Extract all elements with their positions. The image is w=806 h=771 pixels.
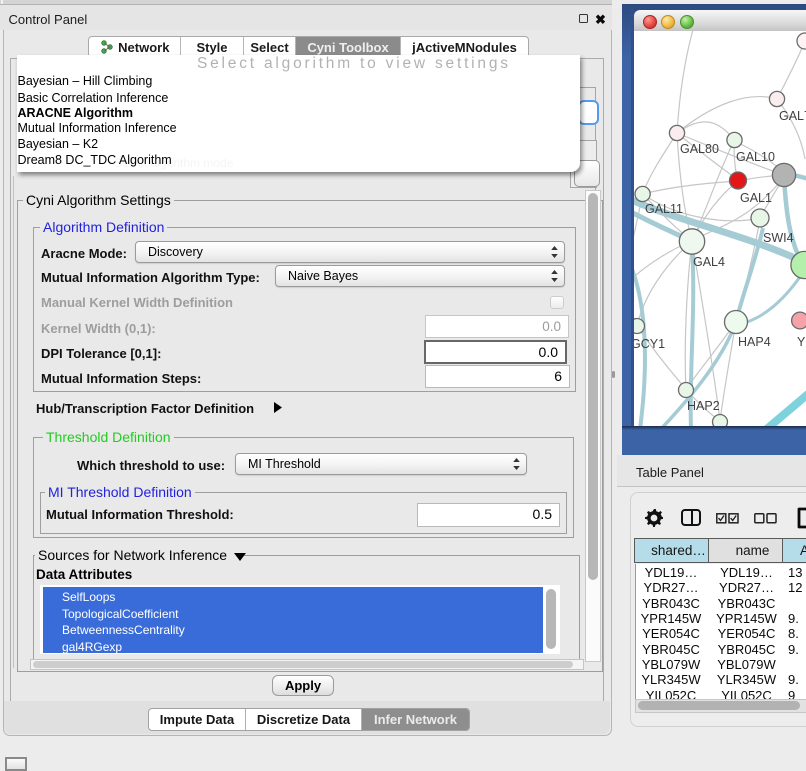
svg-text:HAP2: HAP2: [687, 399, 720, 413]
svg-text:GAL1: GAL1: [740, 191, 772, 205]
svg-text:Y: Y: [797, 335, 806, 349]
svg-text:GAL10: GAL10: [736, 150, 775, 164]
svg-text:GCY1: GCY1: [634, 337, 665, 351]
svg-text:GAL4: GAL4: [693, 255, 725, 269]
svg-text:GAL80: GAL80: [680, 142, 719, 156]
svg-text:HAP4: HAP4: [738, 335, 771, 349]
svg-text:GAL11: GAL11: [645, 202, 683, 216]
svg-text:GAL7: GAL7: [779, 109, 806, 123]
svg-text:SWI4: SWI4: [763, 231, 794, 245]
